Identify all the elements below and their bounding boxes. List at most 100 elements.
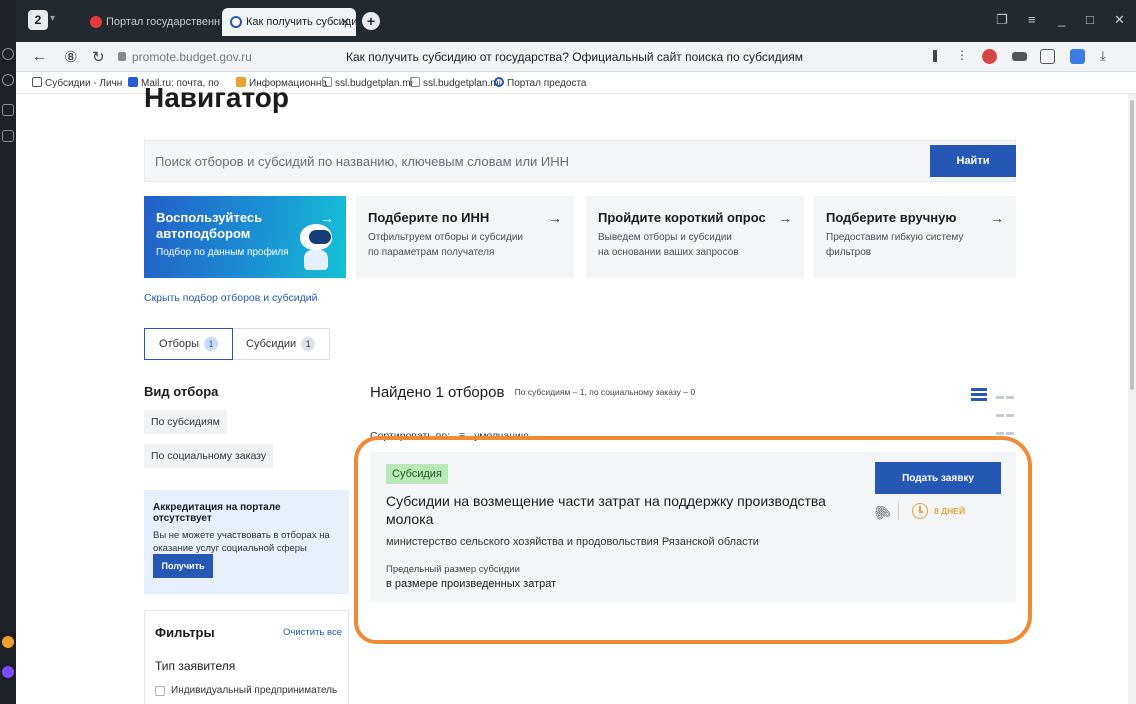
limit-label: Предельный размер субсидии xyxy=(386,564,520,575)
checkbox[interactable] xyxy=(155,685,165,696)
paperclip-icon[interactable]: 🖇 xyxy=(870,501,894,525)
card-title: Подберите по ИНН xyxy=(368,210,490,225)
filter-option[interactable]: Индивидуальный предприниматель xyxy=(155,685,337,696)
tab-portal[interactable]: Портал государственных xyxy=(82,8,220,36)
site-icon xyxy=(494,77,504,87)
results-breakdown: По субсидиям – 1, по социальному заказу … xyxy=(514,387,696,397)
tab-label: Портал государственных xyxy=(106,16,220,28)
flag-icon xyxy=(90,16,102,28)
clock-icon xyxy=(912,503,928,519)
bookmark-item[interactable]: ssl.budgetplan.mi xyxy=(410,77,501,89)
search-input[interactable] xyxy=(145,141,925,181)
new-tab-button[interactable]: + xyxy=(362,12,380,30)
search-bar: Найти xyxy=(144,140,1016,182)
chevron-down-icon: ⌄ xyxy=(531,430,541,442)
maximize-icon[interactable]: □ xyxy=(1086,12,1094,27)
bookmark-panel-icon[interactable]: ❐ xyxy=(996,12,1008,28)
survey-card[interactable]: Пройдите короткий опрос Выведем отборы и… xyxy=(586,196,804,278)
inn-card[interactable]: Подберите по ИНН Отфильтруем отборы и су… xyxy=(356,196,574,278)
tab-bar: 2 ▾ Портал государственных Как получить … xyxy=(16,0,1136,42)
menu-icon[interactable]: ≡ xyxy=(1028,12,1036,27)
page-icon xyxy=(32,77,42,87)
bookmark-icon[interactable]: ❚ xyxy=(930,48,940,62)
sort-icon: ≡ xyxy=(459,430,466,442)
history-icon[interactable] xyxy=(2,48,14,60)
extension-icon[interactable] xyxy=(1070,49,1085,64)
filters-panel: Фильтры Очистить все Тип заявителя Индив… xyxy=(144,610,349,704)
manual-card[interactable]: Подберите вручную Предоставим гибкую сис… xyxy=(814,196,1016,278)
clear-filters-link[interactable]: Очистить все xyxy=(283,627,342,638)
close-window-icon[interactable]: ✕ xyxy=(1114,12,1125,28)
card-title: Воспользуйтесь автоподбором xyxy=(156,210,263,241)
yandex-icon[interactable]: ⑧ xyxy=(64,48,77,66)
scrollbar-thumb[interactable] xyxy=(1130,100,1134,390)
extension-icon[interactable] xyxy=(1040,49,1055,64)
page-icon xyxy=(322,77,332,87)
card-title: Подберите вручную xyxy=(826,210,957,225)
extension-icon[interactable] xyxy=(982,49,997,64)
tab-subsidies[interactable]: Как получить субсидии ✕ xyxy=(222,8,356,36)
count-badge: 1 xyxy=(301,337,316,351)
selection-type-heading: Вид отбора xyxy=(144,384,219,399)
arrow-right-icon: → xyxy=(778,210,792,226)
autoselect-card[interactable]: Воспользуйтесь автоподбором Подбор по да… xyxy=(144,196,346,278)
limit-value: в размере произведенных затрат xyxy=(386,578,557,590)
deadline-badge: 8 ДНЕЙ xyxy=(934,506,966,516)
download-icon[interactable]: ⤓ xyxy=(1100,48,1106,64)
notice-title: Аккредитация на портале отсутствует xyxy=(153,502,281,524)
tab-subsidies-list[interactable]: Субсидии 1 xyxy=(232,329,329,359)
result-title[interactable]: Субсидии на возмещение части затрат на п… xyxy=(386,492,856,528)
arrow-right-icon: → xyxy=(548,210,562,226)
accreditation-notice: Аккредитация на портале отсутствует Вы н… xyxy=(144,490,349,594)
bookmark-item[interactable]: Портал предоста xyxy=(494,77,586,89)
messenger-icon[interactable] xyxy=(2,666,14,678)
chevron-down-icon[interactable]: ▾ xyxy=(50,13,55,24)
notice-text: Вы не можете участвовать в отборах на ок… xyxy=(153,530,330,554)
result-organization: министерство сельского хозяйства и продо… xyxy=(386,536,759,548)
results-count: Найдено 1 отборов По субсидиям – 1, по с… xyxy=(370,384,696,401)
divider xyxy=(898,502,899,520)
bookmark-item[interactable]: ssl.budgetplan.mi xyxy=(322,77,413,89)
card-subtitle: Выведем отборы и субсидии на основании ва… xyxy=(598,232,739,258)
card-subtitle: Отфильтруем отборы и субсидии по параметр… xyxy=(368,232,523,258)
hide-selection-link[interactable]: Скрыть подбор отборов и субсидий xyxy=(144,292,318,304)
close-icon[interactable]: ✕ xyxy=(340,8,350,36)
grid-view-icon[interactable] xyxy=(996,388,1014,435)
site-icon xyxy=(230,16,242,28)
reload-icon[interactable]: ↻ xyxy=(92,48,105,66)
page-icon xyxy=(410,77,420,87)
search-button[interactable]: Найти xyxy=(930,145,1016,177)
extension-icon[interactable] xyxy=(1012,52,1027,61)
page-title-display: Как получить субсидию от государства? Оф… xyxy=(346,50,804,64)
url-field[interactable]: promote.budget.gov.ru xyxy=(132,50,252,64)
apply-button[interactable]: Подать заявку xyxy=(875,462,1001,494)
more-icon[interactable]: ⋮ xyxy=(956,48,968,62)
browser-sidebar xyxy=(0,0,16,704)
card-subtitle: Предоставим гибкую систему фильтров xyxy=(826,232,964,258)
get-accreditation-button[interactable]: Получить xyxy=(153,554,213,578)
type-badge: Субсидия xyxy=(386,464,448,484)
robot-icon xyxy=(296,224,336,270)
filter-chip-social-order[interactable]: По социальному заказу xyxy=(144,444,274,468)
minimize-icon[interactable]: _ xyxy=(1058,12,1065,27)
back-icon[interactable]: ← xyxy=(32,48,47,65)
panel-icon[interactable] xyxy=(2,104,14,116)
tab-selections[interactable]: Отборы 1 xyxy=(144,328,234,360)
applicant-type-heading: Тип заявителя xyxy=(155,659,236,673)
sort-control[interactable]: Сортировать по: ≡ умолчанию ⌄ xyxy=(370,430,541,442)
filter-chip-subsidies[interactable]: По субсидиям xyxy=(144,410,227,434)
page-title: Навигатор xyxy=(144,82,290,113)
mail-icon xyxy=(128,77,138,87)
count-badge: 1 xyxy=(204,337,219,351)
card-title: Пройдите короткий опрос xyxy=(598,210,766,225)
result-type-switch: Отборы 1 Субсидии 1 xyxy=(144,328,331,360)
lock-icon xyxy=(118,52,126,61)
collections-icon[interactable] xyxy=(2,130,14,142)
list-view-icon[interactable] xyxy=(971,388,987,401)
bookmark-item[interactable]: Субсидии - Личн xyxy=(32,77,122,89)
arrow-right-icon: → xyxy=(990,210,1004,226)
tab-counter[interactable]: 2 xyxy=(28,10,48,30)
downloads-icon[interactable] xyxy=(2,74,14,86)
app-icon[interactable] xyxy=(2,636,14,648)
result-card[interactable]: Субсидия Субсидии на возмещение части за… xyxy=(370,452,1016,602)
